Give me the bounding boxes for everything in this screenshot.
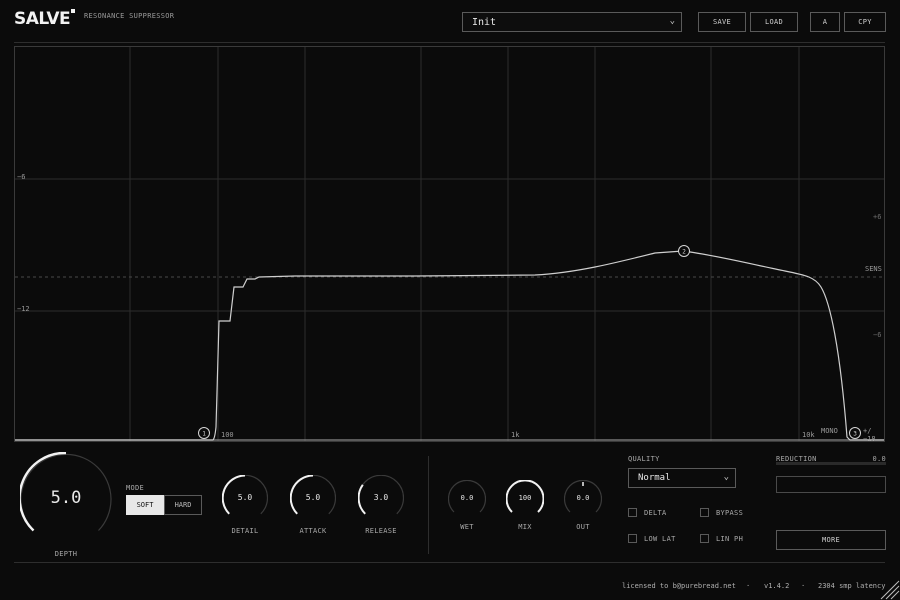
version-text: v1.4.2 <box>764 582 790 590</box>
save-button[interactable]: SAVE <box>698 12 746 32</box>
wet-label: WET <box>460 523 474 531</box>
app-subtitle: RESONANCE SUPPRESSOR <box>84 12 175 20</box>
app-logo: SALVE <box>14 9 71 29</box>
depth-label: DEPTH <box>54 550 78 558</box>
release-label: RELEASE <box>365 527 397 535</box>
ab-compare-button[interactable]: A <box>810 12 840 32</box>
mix-knob[interactable]: 100 <box>505 479 545 518</box>
chevron-down-icon: ⌄ <box>669 16 675 26</box>
preset-dropdown[interactable]: Init ⌄ <box>462 12 682 32</box>
depth-value: 5.0 <box>50 488 82 508</box>
detail-knob[interactable]: 5.0 <box>221 474 269 521</box>
mix-label: MIX <box>518 523 532 531</box>
detail-value: 5.0 <box>237 493 253 502</box>
mode-label: MODE <box>126 484 145 492</box>
wet-value: 0.0 <box>460 494 474 502</box>
latency-text: 2304 smp latency <box>818 582 886 590</box>
out-knob[interactable]: 0.0 <box>563 479 603 518</box>
copy-button[interactable]: CPY <box>844 12 886 32</box>
attack-value: 5.0 <box>305 493 321 502</box>
y-label-right-2: −6 <box>873 331 882 339</box>
footer-separator: · <box>801 582 806 590</box>
out-label: OUT <box>576 523 590 531</box>
delta-checkbox[interactable] <box>628 508 637 517</box>
y-label-right-1: +6 <box>873 213 882 221</box>
linear-phase-label: LIN PH <box>716 535 744 543</box>
mode-soft-button[interactable]: SOFT <box>126 495 164 515</box>
range-label[interactable]: +/−18 <box>863 427 884 443</box>
eq-graph[interactable]: 1 2 3 −6 −12 +6 −6 SENS 100 1k 10k MONO … <box>14 46 885 443</box>
band-node-2-label: 2 <box>682 249 686 256</box>
linear-phase-checkbox[interactable] <box>700 534 709 543</box>
footer-divider <box>14 562 885 563</box>
quality-label: QUALITY <box>628 455 660 463</box>
x-label-100: 100 <box>221 431 234 439</box>
reduction-display <box>776 476 886 493</box>
sens-label: SENS <box>865 265 882 273</box>
depth-knob[interactable]: 5.0 <box>18 451 112 544</box>
mono-label[interactable]: MONO <box>821 427 838 435</box>
suppression-curve <box>15 250 884 441</box>
release-value: 3.0 <box>373 493 389 502</box>
band-node-3-label: 3 <box>853 431 857 438</box>
y-label-left-2: −12 <box>17 305 30 313</box>
license-text: licensed to b@purebread.net <box>622 582 736 590</box>
wet-knob[interactable]: 0.0 <box>447 479 487 518</box>
delta-label: DELTA <box>644 509 667 517</box>
eq-graph-svg: 1 2 3 <box>15 47 884 441</box>
detail-label: DETAIL <box>231 527 259 535</box>
out-value: 0.0 <box>576 494 590 502</box>
low-latency-checkbox[interactable] <box>628 534 637 543</box>
x-label-1k: 1k <box>511 431 520 439</box>
attack-label: ATTACK <box>299 527 327 535</box>
x-label-10k: 10k <box>802 431 815 439</box>
bypass-label: BYPASS <box>716 509 744 517</box>
attack-knob[interactable]: 5.0 <box>289 474 337 521</box>
y-label-left-1: −6 <box>17 173 26 181</box>
low-latency-label: LOW LAT <box>644 535 676 543</box>
chevron-down-icon: ⌄ <box>723 472 729 482</box>
bypass-checkbox[interactable] <box>700 508 709 517</box>
resize-grip-icon[interactable] <box>880 580 900 600</box>
header-divider <box>14 42 885 43</box>
reduction-meter <box>776 462 886 465</box>
release-knob[interactable]: 3.0 <box>357 474 405 521</box>
preset-name: Init <box>472 17 497 28</box>
quality-dropdown[interactable]: Normal ⌄ <box>628 468 736 488</box>
more-button[interactable]: MORE <box>776 530 886 550</box>
mix-value: 100 <box>518 494 532 502</box>
load-button[interactable]: LOAD <box>750 12 798 32</box>
footer-separator: · <box>746 582 751 590</box>
logo-dot-icon <box>71 9 75 13</box>
quality-selected: Normal <box>638 473 671 483</box>
section-divider <box>428 456 429 554</box>
mode-hard-button[interactable]: HARD <box>164 495 202 515</box>
band-node-1-label: 1 <box>202 431 206 438</box>
